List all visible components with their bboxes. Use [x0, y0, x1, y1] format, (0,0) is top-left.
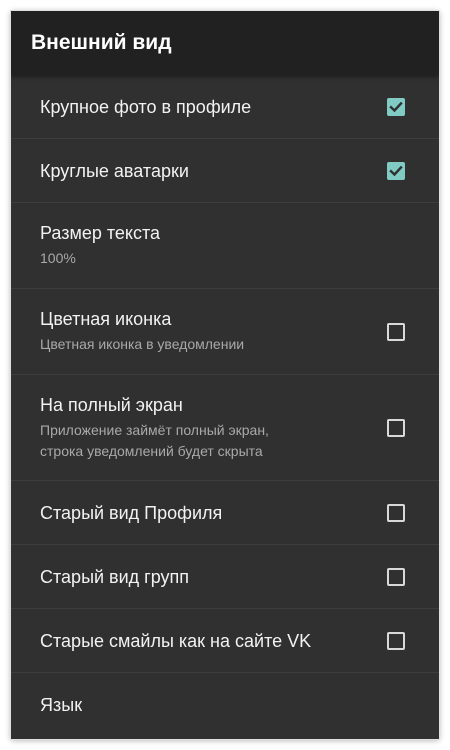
app-window: Внешний вид Крупное фото в профиле Кругл… — [11, 11, 439, 739]
setting-fullscreen[interactable]: На полный экран Приложение займёт полный… — [11, 375, 439, 481]
setting-subtitle-line: Приложение займёт полный экран, — [40, 421, 269, 438]
setting-title: Язык — [40, 695, 83, 715]
colored-icon-checkbox[interactable] — [387, 322, 405, 341]
setting-subtitle: Цветная иконка в уведомлении — [40, 336, 245, 352]
setting-title: На полный экран — [40, 394, 183, 415]
setting-title: Круглые аватарки — [40, 160, 189, 181]
setting-old-profile-view[interactable]: Старый вид Профиля — [11, 481, 439, 545]
setting-text-size[interactable]: Размер текста 100% — [11, 203, 439, 289]
setting-subtitle-line: строка уведомлений будет скрыта — [40, 442, 263, 459]
old-profile-view-checkbox[interactable] — [387, 503, 405, 522]
checkmark-icon — [389, 165, 403, 176]
setting-language[interactable]: Язык — [11, 673, 439, 737]
setting-title: Крупное фото в профиле — [40, 96, 252, 117]
setting-title: Старый вид групп — [40, 566, 190, 587]
setting-large-profile-photo[interactable]: Крупное фото в профиле — [11, 75, 439, 139]
setting-value: 100% — [40, 250, 76, 266]
settings-list: Крупное фото в профиле Круглые аватарки … — [11, 75, 439, 737]
setting-title: Старые смайлы как на сайте VK — [40, 630, 312, 651]
fullscreen-checkbox[interactable] — [387, 418, 405, 437]
round-avatars-checkbox[interactable] — [387, 161, 405, 180]
page-title: Внешний вид — [31, 31, 172, 54]
setting-title: Размер текста — [40, 223, 161, 243]
large-profile-photo-checkbox[interactable] — [387, 97, 405, 116]
setting-colored-icon[interactable]: Цветная иконка Цветная иконка в уведомле… — [11, 289, 439, 375]
checkmark-icon — [389, 101, 403, 112]
setting-round-avatars[interactable]: Круглые аватарки — [11, 139, 439, 203]
setting-title: Старый вид Профиля — [40, 502, 223, 523]
setting-old-groups-view[interactable]: Старый вид групп — [11, 545, 439, 609]
old-smileys-checkbox[interactable] — [387, 631, 405, 650]
old-groups-view-checkbox[interactable] — [387, 567, 405, 586]
toolbar: Внешний вид — [11, 11, 439, 75]
setting-subtitle: Приложение займёт полный экран, строка у… — [40, 420, 387, 462]
setting-title: Цветная иконка — [40, 309, 172, 329]
setting-old-smileys[interactable]: Старые смайлы как на сайте VK — [11, 609, 439, 673]
